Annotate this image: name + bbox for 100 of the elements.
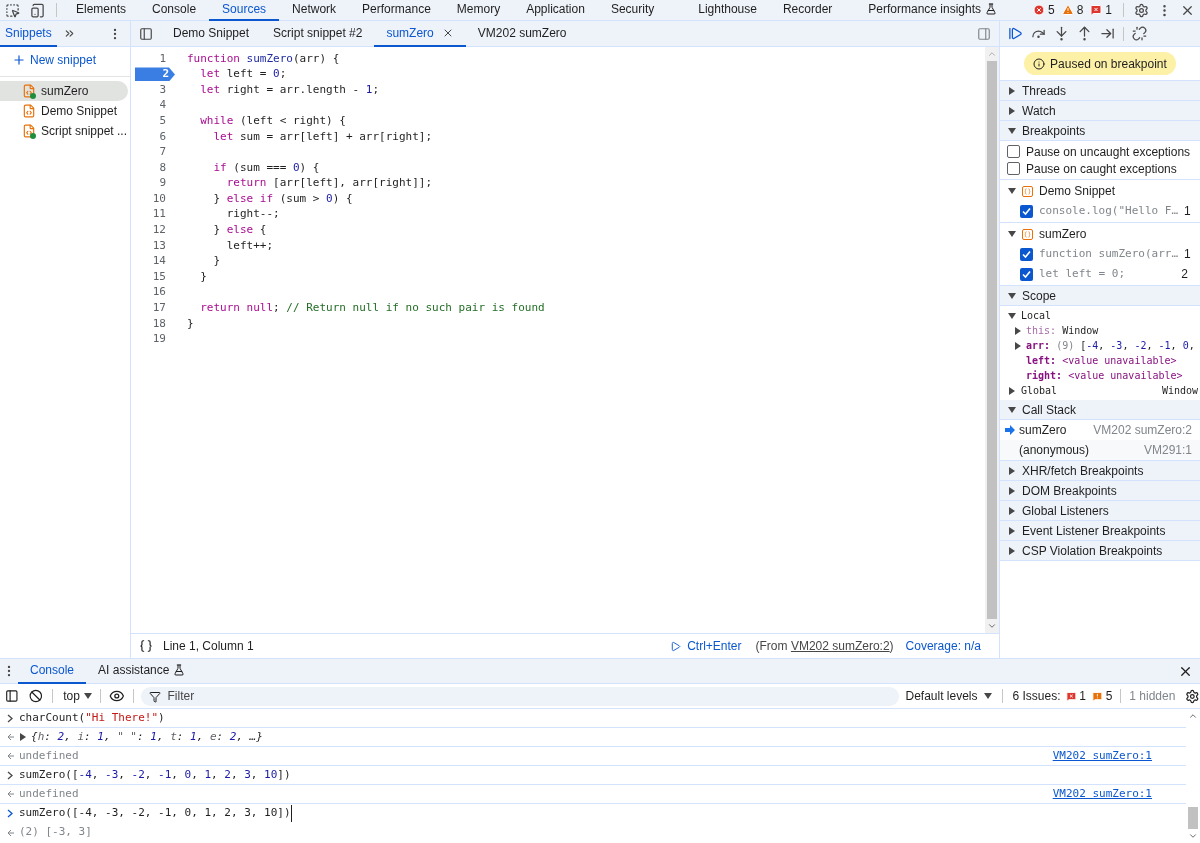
breakpoint-code[interactable]: let left = 0; (1039, 265, 1176, 283)
panel-tab[interactable]: Memory (443, 0, 514, 21)
new-snippet-button[interactable]: New snippet (0, 48, 130, 72)
scroll-down-icon[interactable] (1188, 831, 1198, 841)
section-header[interactable]: Watch (1000, 101, 1200, 121)
command-text[interactable]: sumZero([-4, -3, -2, -1, 0, 1, 2, 3, 10]) (19, 805, 292, 822)
breakpoint-line-number[interactable]: 2 (135, 67, 175, 82)
drawer-tab[interactable]: AI assistance (86, 658, 198, 684)
line-number[interactable]: 4 (159, 98, 175, 113)
panel-tab[interactable]: Lighthouse (685, 0, 770, 21)
line-number[interactable]: 7 (159, 145, 175, 160)
panel-tab[interactable]: Network (279, 0, 350, 21)
step-into-icon[interactable] (1054, 26, 1069, 41)
section-header[interactable]: XHR/fetch Breakpoints (1000, 461, 1200, 481)
pretty-print-icon[interactable] (139, 639, 153, 653)
line-number[interactable]: 1 (159, 51, 175, 66)
checkbox[interactable] (1020, 247, 1033, 261)
editor-tab[interactable]: Script snippet #2 (261, 20, 375, 47)
editor-tab[interactable]: sumZero (374, 20, 466, 47)
drawer-tab[interactable]: Console (18, 658, 87, 684)
step-icon[interactable] (1100, 26, 1115, 41)
snippet-item[interactable]: Script snippet ... (0, 121, 128, 141)
collapsed-arrow-icon[interactable] (1008, 86, 1016, 95)
panel-tab[interactable]: Performance insights (855, 0, 1011, 21)
collapsed-arrow-icon[interactable] (1008, 386, 1016, 395)
expanded-arrow-icon[interactable] (1008, 291, 1016, 300)
filter-field[interactable]: Filter (141, 686, 900, 706)
collapsed-arrow-icon[interactable] (1008, 546, 1016, 555)
clear-console-icon[interactable] (28, 689, 43, 703)
call-frame[interactable]: (anonymous) VM291:1 (1000, 440, 1200, 460)
section-header[interactable]: Event Listener Breakpoints (1000, 521, 1200, 541)
panel-tab[interactable]: Console (139, 0, 210, 21)
line-number[interactable]: 6 (159, 129, 175, 144)
scope-variable[interactable]: left: <value unavailable> (1000, 353, 1200, 368)
checkbox[interactable] (1020, 267, 1033, 281)
context-selector[interactable]: top (63, 687, 92, 705)
editor-tab[interactable]: Demo Snippet (161, 20, 262, 47)
breakpoint-code[interactable]: console.log("Hello F… (1039, 202, 1179, 220)
line-number[interactable]: 9 (159, 176, 175, 191)
line-number[interactable]: 16 (152, 285, 175, 300)
inspect-icon[interactable] (5, 2, 20, 18)
line-number[interactable]: 11 (152, 207, 175, 222)
collapsed-arrow-icon[interactable] (1008, 486, 1016, 495)
run-snippet-button[interactable]: Ctrl+Enter (670, 637, 742, 655)
scope-row[interactable]: Global Window (1000, 383, 1200, 398)
line-number[interactable]: 14 (152, 254, 175, 269)
section-header[interactable]: Breakpoints (1000, 121, 1200, 141)
resume-icon[interactable] (1008, 26, 1023, 41)
live-expression-icon[interactable] (108, 688, 125, 704)
expanded-arrow-icon[interactable] (1008, 187, 1016, 195)
scrollbar-thumb[interactable] (987, 61, 997, 619)
line-number[interactable]: 15 (152, 270, 175, 285)
panel-tab[interactable]: Application (513, 0, 598, 21)
expanded-arrow-icon[interactable] (1008, 230, 1016, 238)
line-number[interactable]: 17 (152, 301, 175, 316)
section-header[interactable]: CSP Violation Breakpoints (1000, 541, 1200, 561)
checkbox[interactable] (1007, 162, 1020, 175)
log-levels-dropdown[interactable]: Default levels (905, 687, 992, 705)
collapsed-arrow-icon[interactable] (1008, 526, 1016, 535)
sidebar-toggle-icon[interactable] (5, 689, 19, 703)
line-number[interactable]: 13 (152, 238, 175, 253)
scroll-up-icon[interactable] (1188, 711, 1198, 721)
scrollbar[interactable] (985, 47, 999, 633)
line-number[interactable]: 3 (159, 83, 175, 97)
panel-tab[interactable]: Elements (63, 0, 140, 21)
source-link[interactable]: VM202 sumZero:1 (1052, 785, 1152, 803)
breakpoint-file[interactable]: Demo Snippet (1039, 182, 1116, 200)
breakpoint-file[interactable]: sumZero (1039, 225, 1087, 243)
source-link[interactable]: VM202 sumZero:1 (1052, 747, 1152, 765)
collapsed-arrow-icon[interactable] (1008, 506, 1016, 515)
line-number[interactable]: 19 (152, 332, 175, 347)
toggle-debugger-icon[interactable] (977, 26, 991, 41)
deactivate-breakpoints-icon[interactable] (1132, 26, 1147, 41)
section-header[interactable]: Global Listeners (1000, 501, 1200, 521)
scroll-down-icon[interactable] (987, 621, 997, 631)
toggle-navigator-icon[interactable] (139, 26, 153, 41)
scope-row[interactable]: Local (1000, 308, 1200, 323)
collapsed-arrow-icon[interactable] (1008, 106, 1016, 115)
scope-variable[interactable]: arr: (9) [-4, -3, -2, -1, 0, (1000, 338, 1200, 353)
expanded-arrow-icon[interactable] (1008, 126, 1016, 135)
step-out-icon[interactable] (1077, 26, 1092, 41)
line-number[interactable]: 5 (159, 114, 175, 129)
line-number[interactable]: 18 (152, 316, 175, 331)
expanded-arrow-icon[interactable] (1008, 311, 1016, 320)
device-toolbar-icon[interactable] (30, 2, 45, 18)
warning-count[interactable]: 8 (1076, 1, 1084, 19)
coverage-status[interactable]: Coverage: n/a (905, 637, 981, 655)
scrollbar-thumb[interactable] (1188, 807, 1198, 829)
source-link[interactable]: VM202 sumZero:2 (790, 639, 890, 653)
collapsed-arrow-icon[interactable] (19, 733, 27, 741)
panel-tab[interactable]: Performance (349, 0, 444, 21)
section-header[interactable]: Call Stack (1000, 400, 1200, 420)
error-count[interactable]: 5 (1047, 1, 1055, 19)
scope-variable[interactable]: this: Window (1000, 323, 1200, 338)
line-number[interactable]: 8 (159, 160, 175, 175)
settings-icon[interactable] (1134, 2, 1149, 18)
checkbox[interactable] (1020, 204, 1033, 218)
collapsed-arrow-icon[interactable] (1008, 466, 1016, 475)
line-number[interactable]: 10 (152, 192, 175, 207)
issue-count[interactable]: 1 (1105, 1, 1112, 19)
